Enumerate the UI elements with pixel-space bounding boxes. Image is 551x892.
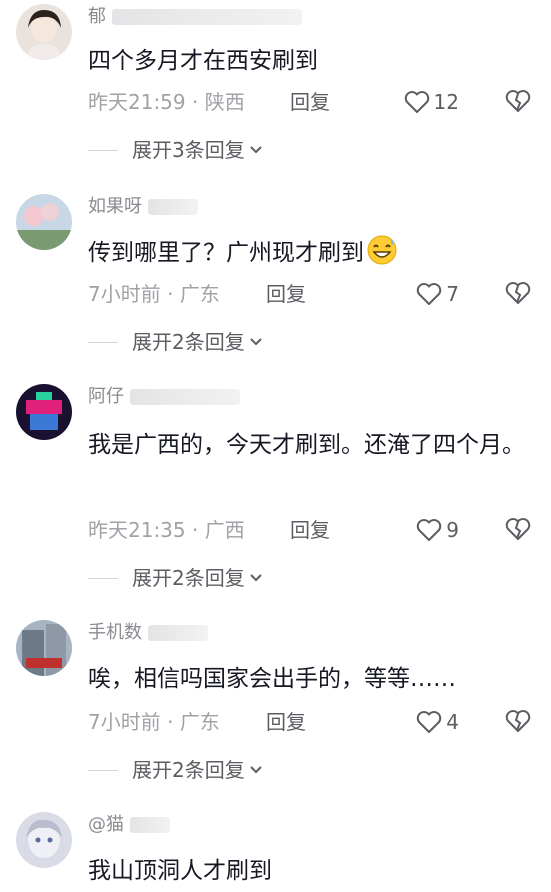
comment-text: 我山顶洞人才刷到 bbox=[88, 858, 272, 884]
username[interactable]: @猫 bbox=[88, 814, 170, 836]
avatar[interactable] bbox=[16, 812, 72, 868]
comment-item: @猫 我山顶洞人才刷到 bbox=[0, 0, 551, 890]
